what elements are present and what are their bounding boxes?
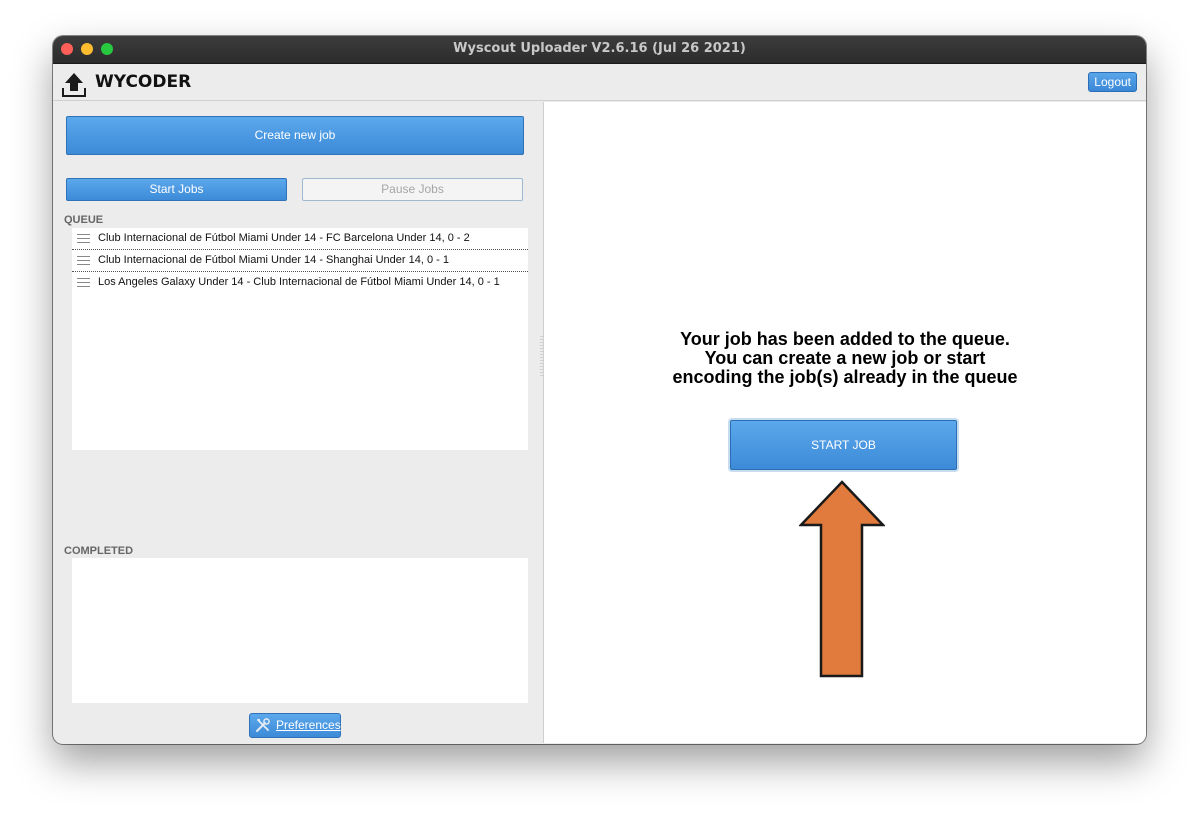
window-title: Wyscout Uploader V2.6.16 (Jul 26 2021): [453, 41, 746, 56]
queue-item-label: Los Angeles Galaxy Under 14 - Club Inter…: [98, 276, 500, 288]
arrow-up-icon: [799, 480, 885, 678]
app-header: WYCODER Logout: [53, 64, 1146, 101]
upload-icon: [62, 73, 86, 97]
start-jobs-button[interactable]: Start Jobs: [66, 178, 287, 201]
status-message: Your job has been added to the queue. Yo…: [544, 330, 1146, 387]
logout-button[interactable]: Logout: [1088, 72, 1137, 92]
preferences-button[interactable]: Preferences: [249, 713, 341, 738]
tools-icon: [255, 718, 270, 733]
pause-jobs-button[interactable]: Pause Jobs: [302, 178, 523, 201]
preferences-label: Preferences: [276, 718, 341, 732]
app-name: WYCODER: [95, 72, 192, 92]
status-message-line: You can create a new job or start: [704, 348, 986, 368]
drag-handle-icon[interactable]: [77, 278, 90, 287]
drag-handle-icon[interactable]: [77, 256, 90, 265]
queue-label: QUEUE: [64, 214, 104, 226]
queue-item[interactable]: Los Angeles Galaxy Under 14 - Club Inter…: [72, 272, 528, 293]
queue-item-label: Club Internacional de Fútbol Miami Under…: [98, 254, 449, 266]
queue-item[interactable]: Club Internacional de Fútbol Miami Under…: [72, 228, 528, 250]
completed-list[interactable]: [72, 558, 528, 703]
left-panel: Create new job Start Jobs Pause Jobs QUE…: [53, 102, 541, 744]
start-job-button[interactable]: START JOB: [730, 420, 957, 470]
queue-item[interactable]: Club Internacional de Fútbol Miami Under…: [72, 250, 528, 272]
title-bar[interactable]: Wyscout Uploader V2.6.16 (Jul 26 2021): [53, 36, 1146, 64]
status-message-line: encoding the job(s) already in the queue: [672, 367, 1018, 387]
app-window: Wyscout Uploader V2.6.16 (Jul 26 2021) W…: [53, 36, 1146, 744]
queue-list[interactable]: Club Internacional de Fútbol Miami Under…: [72, 228, 528, 450]
completed-label: COMPLETED: [64, 545, 134, 557]
queue-item-label: Club Internacional de Fútbol Miami Under…: [98, 232, 470, 244]
drag-handle-icon[interactable]: [77, 234, 90, 243]
right-panel: Your job has been added to the queue. Yo…: [543, 102, 1146, 743]
status-message-line: Your job has been added to the queue.: [680, 329, 1010, 349]
create-new-job-button[interactable]: Create new job: [66, 116, 524, 155]
